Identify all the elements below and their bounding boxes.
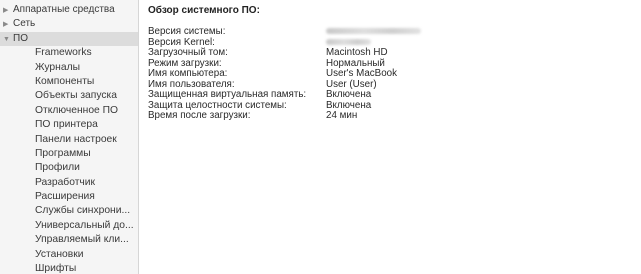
sidebar-item-label: Компоненты [35,75,95,87]
sidebar-item-label: Объекты запуска [35,90,117,102]
info-table: Версия системы: Версия Kernel: Загрузочный… [148,26,641,122]
sidebar-item-label: Сеть [13,18,36,30]
sidebar-category[interactable]: ▼ ПО [0,31,138,47]
info-label: Время после загрузки: [148,110,251,121]
sidebar-item-label: Отключенное ПО [35,104,119,116]
main-panel: Обзор системного ПО: Версия системы: Верс… [140,0,641,274]
disclosure-triangle-right-icon[interactable]: ▶ [3,4,13,17]
sidebar-item[interactable]: Frameworks [0,46,138,60]
sidebar-item[interactable]: Профили [0,161,138,175]
info-row: Имя компьютера: User's MacBook [148,68,641,80]
sidebar-item-label: Универсальный до... [35,219,134,231]
info-label: Версия системы: [148,26,226,37]
sidebar-item[interactable]: Отключенное ПО [0,104,138,118]
sidebar-item[interactable]: Разработчик [0,176,138,190]
info-row: Версия системы: [148,26,641,38]
sidebar-item-label: Панели настроек [35,133,117,145]
disclosure-triangle-down-icon[interactable]: ▼ [3,33,13,46]
sidebar-category[interactable]: ▶ Сеть [0,17,138,31]
sidebar-item[interactable]: ПО принтера [0,118,138,132]
info-row: Время после загрузки: 24 мин [148,110,641,122]
blurred-text [326,38,371,45]
page-title: Обзор системного ПО: [148,5,260,16]
sidebar-item[interactable]: Шрифты [0,262,138,274]
sidebar-item-label: Frameworks [35,47,92,59]
sidebar: ▶ Аппаратные средства ▶ Сеть ▼ ПО Frameworks Жу… [0,0,139,274]
sidebar-item-label: Разработчик [35,176,96,188]
sidebar-item-label: Расширения [35,191,95,203]
info-value: Включена [326,89,372,100]
sidebar-item[interactable]: Объекты запуска [0,89,138,103]
sidebar-item-label: Шрифты [35,263,77,274]
info-value: Macintosh HD [326,47,388,58]
sidebar-item[interactable]: Программы [0,147,138,161]
sidebar-item-label: Программы [35,147,91,159]
sidebar-item-label: Установки [35,248,84,260]
sidebar-item-label: Управляемый кли... [35,234,129,246]
sidebar-item-label: ПО [13,32,28,44]
sidebar-item[interactable]: Расширения [0,190,138,204]
sidebar-item[interactable]: Универсальный до... [0,219,138,233]
sidebar-item[interactable]: Службы синхрони... [0,204,138,218]
sidebar-item[interactable]: Установки [0,248,138,262]
info-label: Загрузочный том: [148,47,228,58]
sidebar-category[interactable]: ▶ Аппаратные средства [0,3,138,17]
sidebar-item-label: Журналы [35,61,80,73]
info-value: 24 мин [326,110,358,121]
sidebar-item-label: ПО принтера [35,119,98,131]
sidebar-item-label: Службы синхрони... [35,205,131,217]
disclosure-triangle-right-icon[interactable]: ▶ [3,18,13,31]
info-row: Защищенная виртуальная память: Включена [148,89,641,101]
sidebar-item[interactable]: Журналы [0,61,138,75]
info-value: User's MacBook [326,68,398,79]
sidebar-item[interactable]: Управляемый кли... [0,233,138,247]
blurred-text [326,28,421,35]
sidebar-item[interactable]: Компоненты [0,75,138,89]
redacted-value [326,27,421,38]
sidebar-item-label: Аппаратные средства [13,4,115,15]
sidebar-item[interactable]: Панели настроек [0,133,138,147]
sidebar-item-label: Профили [35,162,80,174]
info-label: Защищенная виртуальная память: [148,89,307,100]
info-row: Загрузочный том: Macintosh HD [148,47,641,59]
info-label: Имя компьютера: [148,68,228,79]
